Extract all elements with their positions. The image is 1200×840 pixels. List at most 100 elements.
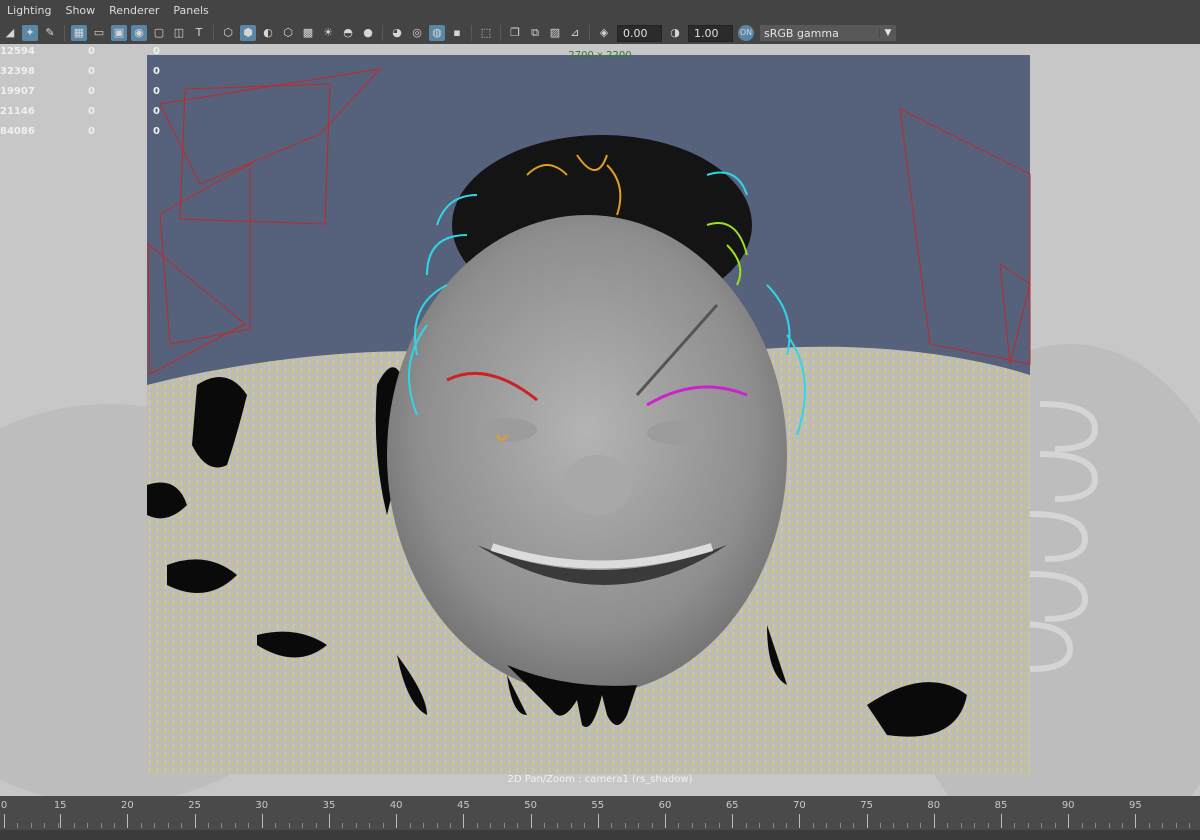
field-chart-icon[interactable]: ▢ xyxy=(151,25,167,41)
timeline-minor-tick xyxy=(880,823,882,828)
timeline-minor-tick xyxy=(718,823,720,828)
timeline-tick xyxy=(732,814,734,828)
ambient-occlusion-icon[interactable]: ● xyxy=(360,25,376,41)
timeline-tick-label: 75 xyxy=(860,800,873,811)
timeline-minor-tick xyxy=(517,823,519,828)
gate-mask-icon[interactable]: ◉ xyxy=(131,25,147,41)
timeline-minor-tick xyxy=(1014,823,1016,828)
timeline-tick-label: 25 xyxy=(188,800,201,811)
toolbar-divider xyxy=(471,25,472,41)
toolbar-divider xyxy=(589,25,590,41)
timeline-minor-tick xyxy=(570,823,572,828)
hud-value: 0 xyxy=(88,66,95,77)
range-slider[interactable] xyxy=(0,830,1200,840)
timeline-minor-tick xyxy=(839,823,841,828)
gamma-icon[interactable]: ◑ xyxy=(667,25,683,41)
timeline-tick xyxy=(261,814,263,828)
menu-panels[interactable]: Panels xyxy=(166,0,215,22)
motion-blur-icon[interactable]: ◕ xyxy=(389,25,405,41)
smooth-shade-icon[interactable]: ⬢ xyxy=(240,25,256,41)
hud-value: 84086 xyxy=(0,126,35,137)
viewport-panel[interactable]: 2700 x 2200 2D Pan/Zoom : camera1 (rs_sh… xyxy=(0,44,1200,796)
timeline-minor-tick xyxy=(315,823,317,828)
pencil-icon[interactable]: ✎ xyxy=(42,25,58,41)
timeline-minor-tick xyxy=(275,823,277,828)
timeline-tick xyxy=(1068,814,1070,828)
timeline-minor-tick xyxy=(1175,823,1177,828)
exposure-icon[interactable]: ◈ xyxy=(596,25,612,41)
timeline-minor-tick xyxy=(490,823,492,828)
timeline-minor-tick xyxy=(920,823,922,828)
timeline-minor-tick xyxy=(73,823,75,828)
timeline-minor-tick xyxy=(57,823,59,828)
timeline-tick xyxy=(1135,814,1137,828)
cursor-select-icon[interactable]: ⬚ xyxy=(478,25,494,41)
time-slider[interactable]: 0 15 20 25 30 35 40 45 50 55 60 65 70 75 80 85 90 95 xyxy=(0,796,1200,840)
hud-value: 0 xyxy=(88,126,95,137)
timeline-minor-tick xyxy=(826,823,828,828)
timeline-tick-label: 90 xyxy=(1061,800,1075,811)
timeline-minor-tick xyxy=(382,823,384,828)
lights-icon[interactable]: ☀ xyxy=(320,25,336,41)
timeline-minor-tick xyxy=(584,823,586,828)
resolution-gate xyxy=(147,55,1030,774)
render-image xyxy=(147,55,1030,774)
hud-value: 0 xyxy=(88,106,95,117)
xray-joints-icon[interactable]: ▪ xyxy=(449,25,465,41)
chevron-down-icon[interactable]: ▼ xyxy=(879,28,896,38)
color-space-dropdown[interactable]: sRGB gamma ▼ xyxy=(760,25,896,41)
timeline-minor-tick xyxy=(678,823,680,828)
resolution-label: 2700 x 2200 xyxy=(568,50,632,61)
timeline-minor-tick xyxy=(759,823,761,828)
gamma-field[interactable]: 1.00 xyxy=(688,24,733,42)
color-management-icon[interactable]: ON xyxy=(738,25,754,41)
timeline-minor-tick xyxy=(638,823,640,828)
bounding-box-icon[interactable]: ⬡ xyxy=(280,25,296,41)
two-d-pan-zoom-icon[interactable]: ❐ xyxy=(507,25,523,41)
timeline-minor-tick xyxy=(1148,823,1150,828)
timeline-minor-tick xyxy=(1162,823,1164,828)
flat-shade-icon[interactable]: ◐ xyxy=(260,25,276,41)
timeline-minor-tick xyxy=(503,823,505,828)
timeline-minor-tick xyxy=(288,823,290,828)
grease-pencil-icon[interactable]: ⧉ xyxy=(527,25,543,41)
timeline-minor-tick xyxy=(853,823,855,828)
timeline-tick xyxy=(1001,814,1002,828)
image-plane-icon[interactable]: ▨ xyxy=(547,25,563,41)
menu-lighting[interactable]: Lighting xyxy=(0,0,58,22)
timeline-minor-tick xyxy=(476,823,478,828)
timeline-minor-tick xyxy=(87,823,89,828)
camera-attributes-icon[interactable]: ◢ xyxy=(2,25,18,41)
time-slider-track[interactable]: 0 15 20 25 30 35 40 45 50 55 60 65 70 75 80 85 90 95 xyxy=(0,796,1200,830)
menu-show[interactable]: Show xyxy=(58,0,102,22)
timeline-tick xyxy=(866,814,868,828)
exposure-field[interactable]: 0.00 xyxy=(617,24,662,42)
textured-icon[interactable]: ▩ xyxy=(300,25,316,41)
shadows-icon[interactable]: ◓ xyxy=(340,25,356,41)
image-plane-2-icon[interactable]: ⊿ xyxy=(567,25,583,41)
timeline-minor-tick xyxy=(369,823,371,828)
wireframe-icon[interactable]: ⬡ xyxy=(220,25,236,41)
timeline-tick xyxy=(329,814,330,828)
timeline-minor-tick xyxy=(624,823,626,828)
timeline-minor-tick xyxy=(974,823,976,828)
menu-renderer[interactable]: Renderer xyxy=(102,0,166,22)
xray-icon[interactable]: ◍ xyxy=(429,25,445,41)
film-gate-icon[interactable]: ▭ xyxy=(91,25,107,41)
safe-action-icon[interactable]: ◫ xyxy=(171,25,187,41)
timeline-tick-label: 55 xyxy=(591,800,605,811)
safe-title-icon[interactable]: T xyxy=(191,25,207,41)
isolate-select-icon[interactable]: ◎ xyxy=(409,25,425,41)
timeline-minor-tick xyxy=(651,823,653,828)
toolbar-divider xyxy=(382,25,383,41)
timeline-tick xyxy=(4,814,5,828)
timeline-minor-tick xyxy=(1108,823,1110,828)
timeline-minor-tick xyxy=(691,823,693,828)
timeline-minor-tick xyxy=(234,823,236,828)
timeline-tick-label: 80 xyxy=(927,800,941,811)
resolution-gate-icon[interactable]: ▣ xyxy=(111,25,127,41)
grid-icon[interactable]: ▦ xyxy=(71,25,87,41)
timeline-minor-tick xyxy=(449,823,451,828)
hud-value: 21146 xyxy=(0,106,35,117)
bookmark-icon[interactable]: ✦ xyxy=(22,25,38,41)
